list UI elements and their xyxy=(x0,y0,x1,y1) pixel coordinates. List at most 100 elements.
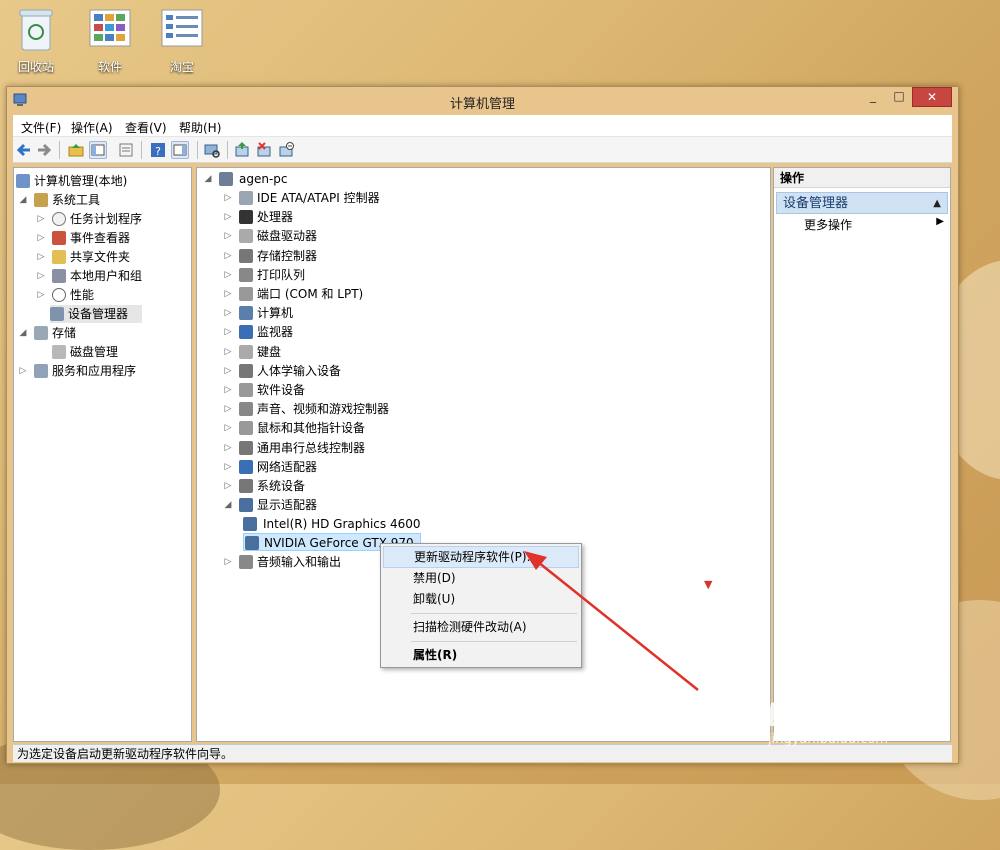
menu-file[interactable]: 文件(F) xyxy=(21,119,61,136)
menu-view[interactable]: 查看(V) xyxy=(125,119,167,136)
collapsed-arrow-icon[interactable]: ▷ xyxy=(223,285,233,303)
ctx-properties[interactable]: 属性(R) xyxy=(383,644,579,666)
collapsed-arrow-icon[interactable]: ▷ xyxy=(223,323,233,341)
show-hide-action-pane-icon[interactable] xyxy=(171,141,189,159)
scan-hardware-icon[interactable] xyxy=(203,141,221,159)
tree-disk-management[interactable]: 磁盘管理 xyxy=(16,343,191,361)
export-list-icon[interactable] xyxy=(117,141,135,159)
tree-label: 磁盘管理 xyxy=(70,345,119,359)
tree-label: 音频输入和输出 xyxy=(257,555,342,569)
collapsed-arrow-icon[interactable]: ▷ xyxy=(223,227,233,245)
tree-label: 人体学输入设备 xyxy=(257,363,342,378)
uninstall-device-icon[interactable] xyxy=(255,141,273,159)
tree-local-users[interactable]: ▷ 本地用户和组 xyxy=(16,267,191,285)
collapse-up-icon[interactable]: ▲ xyxy=(933,193,941,215)
tree-label: agen-pc xyxy=(239,172,288,186)
tree-storage[interactable]: ◢ 存储 xyxy=(16,324,191,342)
ctx-separator xyxy=(411,613,577,614)
mouse-icon xyxy=(239,421,253,436)
disk-drive-icon xyxy=(239,229,253,244)
title-bar[interactable]: 计算机管理 _ □ ✕ xyxy=(7,87,958,115)
collapsed-arrow-icon[interactable]: ▷ xyxy=(223,266,233,284)
expanded-arrow-icon[interactable]: ◢ xyxy=(223,496,233,514)
forward-arrow-icon[interactable] xyxy=(35,141,53,159)
desktop-icon-software[interactable]: 软件 xyxy=(78,6,142,75)
collapsed-arrow-icon[interactable]: ▷ xyxy=(36,210,46,228)
tree-performance[interactable]: ▷ 性能 xyxy=(16,286,191,304)
port-icon xyxy=(239,287,253,301)
collapsed-arrow-icon[interactable]: ▷ xyxy=(18,362,28,380)
tree-label: 端口 (COM 和 LPT) xyxy=(257,287,364,301)
collapsed-arrow-icon[interactable]: ▷ xyxy=(36,248,46,266)
collapsed-arrow-icon[interactable]: ▷ xyxy=(223,458,233,476)
collapsed-arrow-icon[interactable]: ▷ xyxy=(223,208,233,226)
tree-label: 鼠标和其他指针设备 xyxy=(257,421,366,436)
expanded-arrow-icon[interactable]: ◢ xyxy=(18,191,28,209)
more-actions-label: 更多操作 xyxy=(804,218,853,232)
collapsed-arrow-icon[interactable]: ▷ xyxy=(36,229,46,247)
tree-label: 显示适配器 xyxy=(257,498,318,513)
up-folder-icon[interactable] xyxy=(67,141,85,159)
ctx-disable[interactable]: 禁用(D) xyxy=(383,567,579,589)
collapsed-arrow-icon[interactable]: ▷ xyxy=(223,362,233,380)
tree-label: 本地用户和组 xyxy=(70,269,143,283)
disable-device-icon[interactable] xyxy=(277,141,295,159)
context-menu: 更新驱动程序软件(P)... 禁用(D) 卸载(U) 扫描检测硬件改动(A) 属… xyxy=(380,543,582,668)
collapsed-arrow-icon[interactable]: ▷ xyxy=(223,381,233,399)
maximize-button[interactable]: □ xyxy=(886,87,912,107)
desktop-icon-label: 回收站 xyxy=(17,60,54,74)
expanded-arrow-icon[interactable]: ◢ xyxy=(203,170,213,188)
tree-services-apps[interactable]: ▷ 服务和应用程序 xyxy=(16,362,191,380)
tree-shared-folders[interactable]: ▷ 共享文件夹 xyxy=(16,248,191,266)
tree-label: 系统设备 xyxy=(257,479,306,493)
ctx-update-driver[interactable]: 更新驱动程序软件(P)... xyxy=(383,546,579,568)
tree-task-scheduler[interactable]: ▷ 任务计划程序 xyxy=(16,210,191,228)
tree-system-tools[interactable]: ◢ 系统工具 xyxy=(16,191,191,209)
storage-icon xyxy=(34,326,48,340)
tree-label: IDE ATA/ATAPI 控制器 xyxy=(257,191,380,205)
actions-section-device-manager[interactable]: 设备管理器 ▲ xyxy=(776,192,948,214)
ctx-scan-hardware[interactable]: 扫描检测硬件改动(A) xyxy=(383,616,579,638)
collapsed-arrow-icon[interactable]: ▷ xyxy=(223,400,233,418)
expanded-arrow-icon[interactable]: ◢ xyxy=(18,324,28,342)
menu-action[interactable]: 操作(A) xyxy=(71,119,113,136)
tree-root[interactable]: 计算机管理(本地) xyxy=(16,172,191,190)
clock-icon xyxy=(52,212,66,226)
tree-event-viewer[interactable]: ▷ 事件查看器 xyxy=(16,229,191,247)
show-hide-console-tree-icon[interactable] xyxy=(89,141,107,159)
collapsed-arrow-icon[interactable]: ▷ xyxy=(223,553,233,571)
desktop-icon-taobao[interactable]: 淘宝 xyxy=(150,6,214,75)
collapsed-arrow-icon[interactable]: ▷ xyxy=(223,419,233,437)
system-device-icon xyxy=(239,479,253,493)
tree-device-manager[interactable]: 设备管理器 xyxy=(50,305,142,323)
collapsed-arrow-icon[interactable]: ▷ xyxy=(223,247,233,265)
collapsed-arrow-icon[interactable]: ▷ xyxy=(223,343,233,361)
monitor-icon xyxy=(239,325,253,340)
update-driver-icon[interactable] xyxy=(233,141,251,159)
more-actions-item[interactable]: 更多操作 ▶ xyxy=(804,216,944,233)
tree-label: 性能 xyxy=(70,288,95,302)
tools-icon xyxy=(34,193,48,207)
desktop-icon-label: 淘宝 xyxy=(169,60,194,74)
tree-label: 共享文件夹 xyxy=(70,250,131,264)
close-button[interactable]: ✕ xyxy=(912,87,952,107)
tree-label: 事件查看器 xyxy=(70,231,131,245)
ctx-uninstall[interactable]: 卸载(U) xyxy=(383,588,579,610)
help-icon[interactable]: ? xyxy=(149,141,167,159)
desktop-icon-recycle-bin[interactable]: 回收站 xyxy=(4,6,68,75)
collapsed-arrow-icon[interactable]: ▷ xyxy=(223,304,233,322)
computer-icon xyxy=(239,306,253,321)
minimize-button[interactable]: _ xyxy=(860,87,886,107)
collapsed-arrow-icon[interactable]: ▷ xyxy=(36,286,46,304)
console-tree-pane: 计算机管理(本地) ◢ 系统工具 ▷ 任务计划程序 ▷ 事件查看器 ▷ 共享文件… xyxy=(13,167,192,742)
tree-label: 任务计划程序 xyxy=(70,212,143,226)
svg-text:?: ? xyxy=(155,145,161,158)
collapsed-arrow-icon[interactable]: ▷ xyxy=(223,189,233,207)
collapsed-arrow-icon[interactable]: ▷ xyxy=(36,267,46,285)
collapsed-arrow-icon[interactable]: ▷ xyxy=(223,477,233,495)
printer-icon xyxy=(239,267,253,282)
desktop-icon-label: 软件 xyxy=(97,60,122,74)
menu-help[interactable]: 帮助(H) xyxy=(179,119,221,136)
back-arrow-icon[interactable] xyxy=(15,141,33,159)
collapsed-arrow-icon[interactable]: ▷ xyxy=(223,439,233,457)
